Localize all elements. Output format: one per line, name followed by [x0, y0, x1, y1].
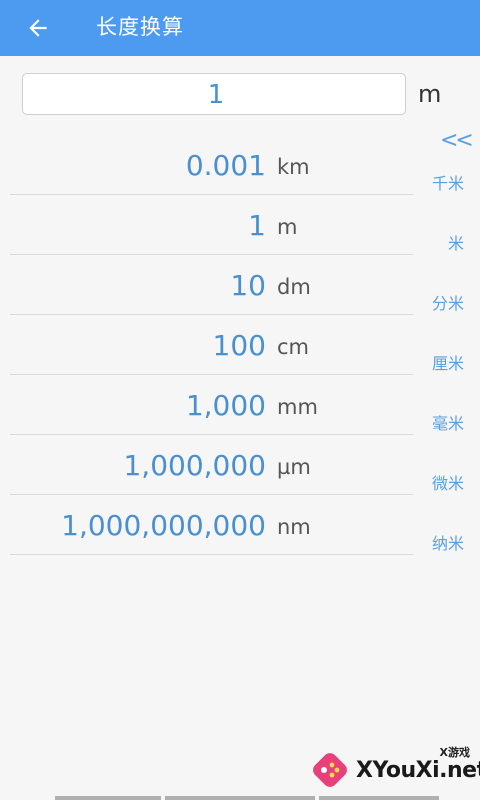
unit-name-dm: 分米 [431, 294, 464, 313]
unit-symbol: mm [277, 395, 318, 419]
unit-name-nm: 纳米 [431, 534, 464, 553]
gamepad-logo-icon [313, 753, 347, 787]
conversion-row-mm: 1,000 mm [10, 375, 413, 435]
value-input-box[interactable] [22, 73, 409, 116]
bottom-divider [55, 796, 161, 800]
unit-symbol: km [277, 155, 310, 179]
converted-value: 1,000,000,000 [61, 509, 266, 542]
unit-name-um: 微米 [431, 474, 464, 493]
conversion-row-um: 1,000,000 µm [10, 435, 413, 495]
conversion-row-km: 0.001 km [10, 135, 413, 195]
back-button[interactable] [18, 8, 58, 48]
site-watermark: X游戏 XYouXi.net [308, 742, 480, 800]
unit-symbol: cm [277, 335, 310, 359]
unit-symbol: µm [277, 455, 311, 479]
converted-value: 1,000 [185, 389, 266, 422]
unit-name-cm: 厘米 [431, 354, 464, 373]
unit-name-mm: 毫米 [431, 414, 464, 433]
unit-name-km: 千米 [431, 174, 464, 193]
value-input[interactable] [23, 74, 409, 116]
conversion-row-cm: 100 cm [10, 315, 413, 375]
converted-value: 1 [248, 209, 266, 242]
arrow-left-icon [29, 19, 47, 37]
conversion-list: 0.001 km 1 m 10 dm 100 cm 1,000 mm 1,000… [0, 135, 480, 555]
bottom-divider [319, 796, 439, 800]
conversion-row-m: 1 m [10, 195, 413, 255]
unit-symbol: dm [277, 275, 311, 299]
unit-name-m: 米 [447, 234, 464, 253]
converted-value: 10 [230, 269, 266, 302]
conversion-row-dm: 10 dm [10, 255, 413, 315]
bottom-edge [0, 796, 480, 800]
converted-value: 0.001 [185, 149, 266, 182]
unit-symbol: nm [277, 515, 311, 539]
converted-value: 1,000,000 [123, 449, 266, 482]
converted-value: 100 [212, 329, 266, 362]
unit-symbol: m [277, 215, 298, 239]
bottom-divider [165, 796, 315, 800]
watermark-text: XYouXi.net [356, 758, 480, 783]
conversion-row-nm: 1,000,000,000 nm [10, 495, 413, 555]
page-title: 长度换算 [96, 15, 184, 39]
app-bar: 长度换算 [0, 0, 480, 56]
unit-selector[interactable]: m [418, 80, 441, 108]
